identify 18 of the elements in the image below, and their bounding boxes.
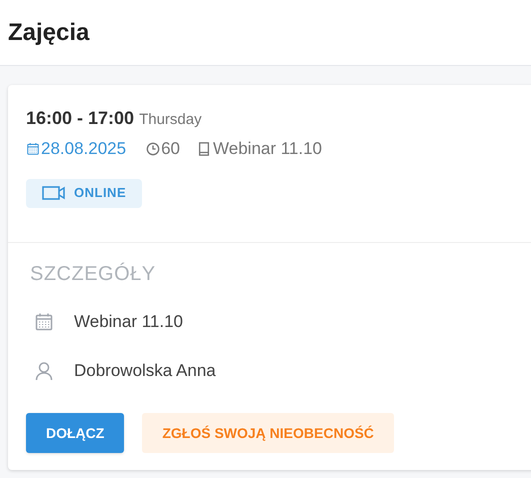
calendar-icon	[34, 312, 54, 332]
join-button[interactable]: DOŁĄCZ	[26, 413, 124, 453]
video-camera-icon	[42, 186, 66, 200]
detail-text: Webinar 11.10	[74, 311, 183, 334]
page-title: Zajęcia	[8, 18, 90, 48]
event-duration: 60	[161, 138, 180, 160]
event-course: Webinar 11.10	[213, 138, 322, 160]
book-icon	[198, 142, 210, 156]
event-time: 16:00 - 17:00	[26, 107, 134, 130]
event-date: 28.08.2025	[41, 138, 126, 160]
person-icon	[34, 361, 54, 381]
detail-text: Dobrowolska Anna	[74, 360, 216, 382]
calendar-icon	[26, 142, 40, 156]
online-badge: ONLINE	[26, 178, 142, 208]
clock-icon	[146, 142, 160, 156]
section-title: SZCZEGÓŁY	[30, 262, 157, 287]
report-absence-button[interactable]: ZGŁOŚ SWOJĄ NIEOBECNOŚĆ	[142, 413, 394, 453]
event-day: Thursday	[139, 109, 202, 132]
